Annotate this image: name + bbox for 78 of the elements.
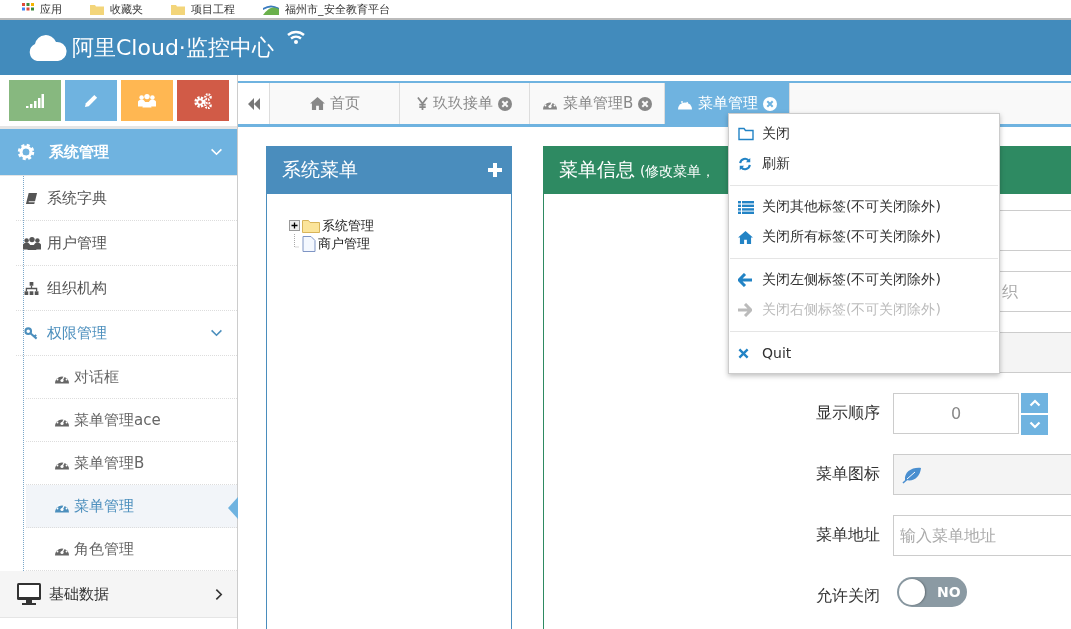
home-icon [309, 97, 325, 110]
monitor-icon [17, 583, 41, 605]
shortcut-button[interactable] [121, 80, 173, 121]
double-left-icon [246, 97, 261, 110]
shortcut-button[interactable] [177, 80, 229, 121]
menu-item[interactable]: 对话框 [26, 356, 237, 399]
menu-item[interactable]: 关闭所有标签(不可关闭除外) [729, 222, 999, 252]
yen-icon [417, 97, 428, 110]
close-icon [738, 347, 749, 359]
menu-item[interactable]: 刷新 [729, 149, 999, 179]
menu-item[interactable]: 系统字典 [16, 176, 237, 221]
tree-node[interactable]: 商户管理 [318, 234, 370, 253]
menu-item[interactable]: 权限管理 [16, 311, 237, 356]
field-label: 显示顺序 [816, 403, 880, 422]
home-icon [738, 230, 753, 244]
tab[interactable]: 首页 [270, 83, 400, 124]
tree-node[interactable]: 系统管理 [322, 216, 374, 235]
expand-box-icon[interactable] [289, 220, 300, 231]
panel-title: 系统菜单 [282, 157, 358, 182]
tab[interactable]: 玖玖接单 [400, 83, 530, 124]
menu-item[interactable]: 关闭其他标签(不可关闭除外) [729, 192, 999, 222]
chevron-right-icon [215, 587, 223, 601]
app-title: 阿里Cloud·监控中心 [72, 33, 274, 62]
chevron-up-icon [1028, 398, 1041, 407]
bookmark[interactable]: 福州市_安全教育平台 [263, 1, 390, 17]
book-icon [25, 191, 38, 205]
users-icon [22, 235, 41, 251]
close-icon[interactable] [763, 96, 778, 111]
input-field[interactable]: 输入菜单地址 [893, 515, 1071, 556]
decrement-button[interactable] [1021, 414, 1048, 435]
pencil-icon [83, 93, 99, 108]
field-label: 菜单图标 [816, 464, 880, 483]
menu-item[interactable]: Quit [729, 338, 999, 368]
menu-item[interactable]: 菜单管理ace [26, 399, 237, 442]
sitemap-icon [24, 281, 39, 295]
bookmark[interactable]: 应用 [22, 1, 62, 17]
bookmark[interactable]: 收藏夹 [90, 1, 143, 17]
users-icon [138, 93, 156, 108]
file-icon [302, 235, 316, 252]
scroll-left-button[interactable] [238, 83, 270, 124]
cloud-icon [27, 33, 67, 62]
active-pointer [228, 497, 238, 519]
panel-subtitle: (修改菜单， [640, 162, 716, 181]
increment-button[interactable] [1021, 392, 1048, 413]
menu-item[interactable]: 基础数据 [0, 571, 237, 618]
field-label: 菜单地址 [816, 525, 880, 544]
wifi-icon [285, 28, 306, 45]
panel-title: 菜单信息 [559, 157, 635, 182]
folder-icon [171, 3, 185, 15]
arrow-right-icon [738, 303, 752, 317]
field-label: 允许关闭 [816, 586, 880, 605]
menu-item[interactable]: 组织机构 [16, 266, 237, 311]
icon-field[interactable] [893, 454, 1071, 495]
arrow-left-icon [738, 273, 752, 287]
chevron-down-icon [210, 329, 223, 337]
folder-icon [90, 3, 104, 15]
folder-icon [302, 218, 320, 233]
leaf-icon [902, 465, 922, 484]
close-icon[interactable] [638, 96, 653, 111]
key-icon [24, 326, 39, 340]
shortcut-button[interactable] [65, 80, 117, 121]
add-button[interactable] [487, 162, 503, 178]
shortcut-button[interactable] [9, 80, 61, 121]
signal-bars-icon [26, 93, 44, 108]
chevron-down-icon [210, 148, 223, 156]
folder-icon [738, 127, 754, 141]
chevron-down-icon [1028, 420, 1041, 429]
list-icon [738, 200, 754, 214]
refresh-icon [738, 157, 752, 171]
plus-icon [487, 162, 503, 178]
close-icon[interactable] [498, 96, 512, 111]
menu-item[interactable]: 用户管理 [16, 221, 237, 266]
gear-icon [17, 143, 35, 161]
site-icon [263, 3, 279, 15]
number-field[interactable]: 0 [893, 393, 1019, 434]
cogs-icon [193, 92, 213, 109]
menu-item[interactable]: 关闭左侧标签(不可关闭除外) [729, 265, 999, 295]
bookmark[interactable]: 项目工程 [171, 1, 235, 17]
